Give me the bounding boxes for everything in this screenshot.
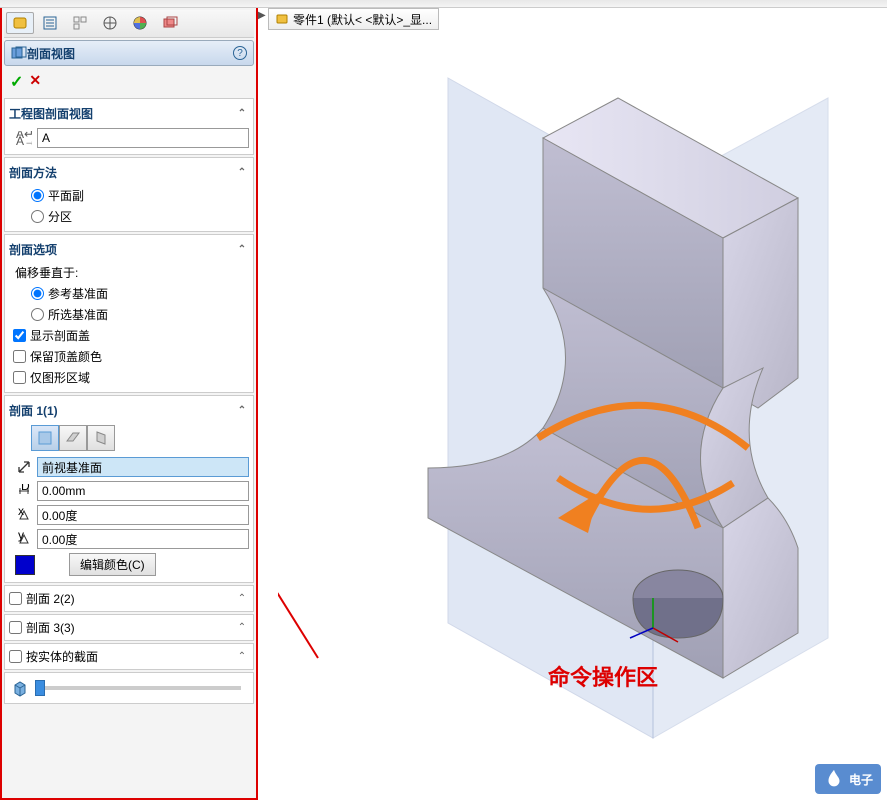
radio-label: 平面副 (48, 187, 84, 204)
section-2-group: 剖面 2(2) (4, 585, 254, 612)
section-method-group: 剖面方法 平面副 分区 (4, 157, 254, 232)
section-heading: 工程图剖面视图 (9, 105, 235, 122)
svg-text:y: y (18, 532, 24, 542)
section-heading: 剖面 1(1) (9, 402, 235, 419)
help-icon[interactable]: ? (233, 46, 247, 60)
ref-plane-radio[interactable] (31, 287, 44, 300)
viewport[interactable]: ▶ 零件1 (默认< <默认>_显... (258, 8, 887, 800)
panel-title: 剖面视图 (27, 45, 233, 62)
collapse-icon[interactable] (235, 593, 249, 604)
reverse-icon[interactable] (15, 460, 33, 474)
section-1-group: 剖面 1(1) D x y (4, 395, 254, 583)
color-swatch[interactable] (15, 555, 35, 575)
svg-text:D: D (21, 484, 30, 493)
feature-tree-tab[interactable] (6, 12, 34, 34)
collapse-icon[interactable] (235, 244, 249, 255)
sel-plane-radio[interactable] (31, 308, 44, 321)
section-plane-input[interactable] (37, 457, 249, 477)
keep-cap-color-check[interactable] (13, 350, 26, 363)
appearance-tab[interactable] (126, 12, 154, 34)
section-heading: 剖面选项 (9, 241, 235, 258)
by-body-group: 按实体的截面 (4, 643, 254, 670)
ruler (0, 0, 887, 8)
watermark-text: 电子 (849, 771, 873, 788)
right-plane-button[interactable] (87, 425, 115, 451)
check-label: 保留顶盖颜色 (30, 348, 102, 365)
feature-tab-bar (4, 10, 254, 38)
svg-text:A→: A→ (16, 134, 32, 145)
edit-color-button[interactable]: 编辑颜色(C) (69, 553, 156, 576)
x-angle-input[interactable] (37, 505, 249, 525)
main-container: 剖面视图 ? ✓ ✕ 工程图剖面视图 A↵A→ 剖面方法 平面副 分区 剖面选项… (0, 8, 887, 800)
transparency-group (4, 672, 254, 704)
annotation-label: 命令操作区 (548, 660, 658, 692)
section-view-icon (11, 46, 27, 60)
slider-thumb[interactable] (35, 680, 45, 696)
top-plane-button[interactable] (59, 425, 87, 451)
section-3-check[interactable] (9, 621, 22, 634)
collapse-icon[interactable] (235, 651, 249, 662)
dimxpert-tab[interactable] (96, 12, 124, 34)
collapse-icon[interactable] (235, 167, 249, 178)
section-heading: 剖面 2(2) (22, 590, 235, 607)
label-icon: A↵A→ (15, 131, 33, 145)
y-angle-input[interactable] (37, 529, 249, 549)
cancel-button[interactable]: ✕ (29, 72, 41, 92)
y-angle-icon: y (15, 532, 33, 546)
collapse-icon[interactable] (235, 108, 249, 119)
flame-icon (823, 768, 845, 790)
panel-header: 剖面视图 ? (4, 40, 254, 66)
confirm-row: ✓ ✕ (4, 68, 254, 96)
radio-label: 参考基准面 (48, 285, 108, 302)
breadcrumb-tab[interactable]: 零件1 (默认< <默认>_显... (268, 8, 439, 30)
x-angle-icon: x (15, 508, 33, 522)
check-label: 仅图形区域 (30, 369, 90, 386)
part-name: 零件1 (默认< <默认>_显... (293, 11, 432, 28)
part-icon (275, 12, 289, 26)
section-heading: 剖面方法 (9, 164, 235, 181)
breadcrumb-expand-icon[interactable]: ▶ (258, 10, 266, 21)
check-label: 显示剖面盖 (30, 327, 90, 344)
property-panel: 剖面视图 ? ✓ ✕ 工程图剖面视图 A↵A→ 剖面方法 平面副 分区 剖面选项… (0, 8, 258, 800)
graphics-only-check[interactable] (13, 371, 26, 384)
cube-icon (11, 679, 29, 697)
drawing-section-view-group: 工程图剖面视图 A↵A→ (4, 98, 254, 155)
radio-label: 分区 (48, 208, 72, 225)
plane-method-radio[interactable] (31, 189, 44, 202)
section-heading: 按实体的截面 (22, 648, 235, 665)
transparency-slider[interactable] (35, 686, 241, 690)
section-heading: 剖面 3(3) (22, 619, 235, 636)
ok-button[interactable]: ✓ (10, 72, 23, 92)
section-3-group: 剖面 3(3) (4, 614, 254, 641)
collapse-icon[interactable] (235, 622, 249, 633)
section-2-check[interactable] (9, 592, 22, 605)
front-plane-button[interactable] (31, 425, 59, 451)
property-tab[interactable] (36, 12, 64, 34)
radio-label: 所选基准面 (48, 306, 108, 323)
by-body-check[interactable] (9, 650, 22, 663)
config-tab[interactable] (66, 12, 94, 34)
distance-icon: D (15, 484, 33, 498)
section-label-input[interactable] (37, 128, 249, 148)
watermark: 电子 (815, 764, 881, 794)
offset-label: 偏移垂直于: (9, 262, 249, 283)
distance-input[interactable] (37, 481, 249, 501)
collapse-icon[interactable] (235, 405, 249, 416)
zone-method-radio[interactable] (31, 210, 44, 223)
show-cap-check[interactable] (13, 329, 26, 342)
section-options-group: 剖面选项 偏移垂直于: 参考基准面 所选基准面 显示剖面盖 保留顶盖颜色 仅图形… (4, 234, 254, 393)
decal-tab[interactable] (156, 12, 184, 34)
svg-text:x: x (18, 508, 24, 518)
